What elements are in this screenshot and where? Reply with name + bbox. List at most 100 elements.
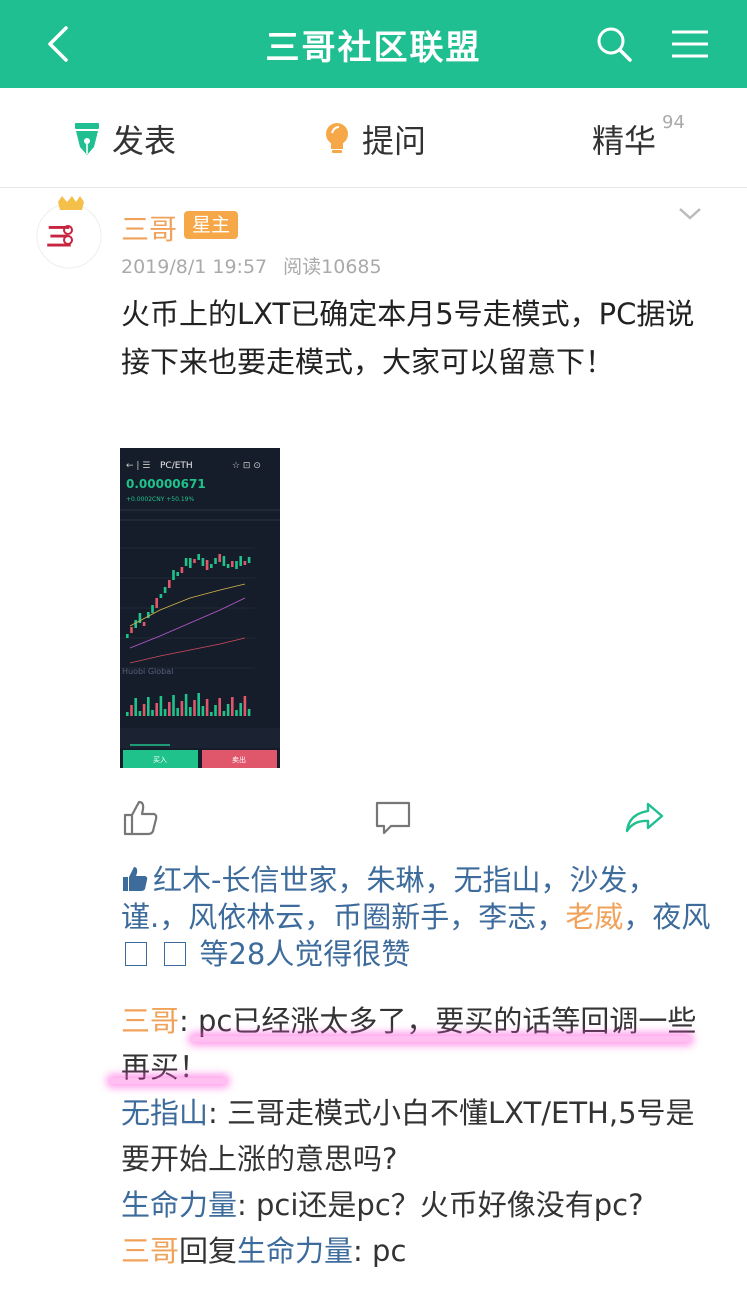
candle-mark: [184, 558, 188, 566]
share-icon[interactable]: [624, 798, 664, 838]
candle-mark: [214, 558, 217, 564]
tab-post-label: 发表: [112, 122, 177, 160]
volume-mark: [159, 696, 163, 716]
candle-mark: [218, 554, 221, 562]
candle-mark: [180, 567, 184, 573]
candle-mark: [142, 622, 146, 626]
top-bar: 三哥社区联盟: [0, 0, 747, 88]
candle-mark: [231, 561, 234, 567]
comment-text: : pc: [353, 1234, 407, 1268]
svg-text:☆ ⊡ ⊙: ☆ ⊡ ⊙: [232, 461, 261, 471]
candle-mark: [189, 558, 192, 568]
volume-mark: [151, 710, 154, 716]
volume-mark: [214, 705, 217, 716]
volume-mark: [243, 696, 247, 716]
pair-label: PC/ETH: [160, 461, 193, 471]
candle-mark: [201, 558, 205, 566]
like-user[interactable]: 风依林云: [188, 900, 304, 934]
candle-mark: [247, 557, 251, 563]
tab-post[interactable]: 发表: [72, 116, 176, 162]
candle-mark: [197, 554, 200, 560]
search-icon[interactable]: [592, 22, 636, 66]
change-label: +0.0002CNY +50.19%: [126, 496, 194, 503]
like-user[interactable]: 夜风: [652, 900, 710, 934]
like-user[interactable]: 无指山: [454, 863, 541, 897]
post-image[interactable]: ← | ☰ PC/ETH ☆ ⊡ ⊙ 0.00000671 +0.0002CNY…: [120, 448, 280, 768]
candle-mark: [176, 572, 179, 576]
like-user[interactable]: 谨.: [121, 900, 159, 934]
volume-mark: [184, 694, 188, 716]
candle-mark: [172, 570, 175, 580]
chevron-down-icon[interactable]: [676, 204, 704, 224]
like-user[interactable]: 币圈新手: [333, 900, 449, 934]
post-content: 火币上的LXT已确定本月5号走模式，PC据说接下来也要走模式，大家可以留意下！: [121, 297, 695, 379]
svg-text:三: 三: [46, 223, 72, 253]
like-icon[interactable]: [120, 798, 160, 838]
likes-list: 红木-长信世家，朱琳，无指山，沙发，谨.，风依林云，币圈新手，李志，老威，夜风 …: [121, 863, 711, 971]
volume-mark: [134, 698, 137, 716]
comment-text: : 三哥走模式小白不懂LXT/ETH,5号是要开始上涨的意思吗?: [121, 1096, 695, 1176]
tab-ask[interactable]: 提问: [322, 116, 426, 162]
comment-author[interactable]: 三哥: [121, 1004, 179, 1038]
post-reads: 阅读10685: [283, 256, 382, 278]
bulb-icon: [326, 123, 348, 153]
like-user[interactable]: 朱琳: [366, 863, 424, 897]
like-user[interactable]: 李志: [478, 900, 536, 934]
comment-item[interactable]: 三哥回复生命力量: pc: [121, 1228, 711, 1274]
volume-mark: [189, 707, 192, 716]
comment-icon[interactable]: [373, 798, 413, 838]
volume-mark: [247, 709, 251, 716]
comment-author[interactable]: 无指山: [121, 1096, 208, 1130]
reply-target[interactable]: 生命力量: [237, 1234, 353, 1268]
tab-ask-label: 提问: [362, 122, 427, 160]
volume-mark: [235, 710, 238, 716]
like-user[interactable]: 沙发: [570, 863, 628, 897]
trading-chart-thumbnail: ← | ☰ PC/ETH ☆ ⊡ ⊙ 0.00000671 +0.0002CNY…: [120, 448, 280, 768]
candle-mark: [134, 620, 137, 628]
comment-text: : pci还是pc？火币好像没有pc?: [237, 1188, 644, 1222]
volume-mark: [239, 703, 242, 716]
comment-item[interactable]: 三哥: pc已经涨太多了，要买的话等回调一些再买！: [121, 998, 711, 1090]
volume-mark: [168, 702, 171, 716]
volume-mark: [205, 699, 209, 716]
price-label: 0.00000671: [126, 477, 206, 491]
candle-mark: [235, 561, 238, 569]
menu-icon[interactable]: [666, 22, 714, 66]
volume-mark: [197, 693, 200, 716]
comment-text: : pc已经涨太多了，要买的话等回调一些再买！: [121, 1004, 697, 1084]
candle-mark: [193, 559, 196, 563]
avatar[interactable]: 三: [34, 196, 104, 270]
tab-featured-label: 精华: [592, 122, 657, 160]
watermark-label: Huobi Global: [122, 667, 173, 676]
highlight-underline: [110, 1078, 226, 1084]
comment-item[interactable]: 无指山: 三哥走模式小白不懂LXT/ETH,5号是要开始上涨的意思吗?: [121, 1090, 711, 1182]
comment-item[interactable]: 生命力量: pci还是pc？火币好像没有pc?: [121, 1182, 711, 1228]
like-user[interactable]: 老威: [565, 900, 623, 934]
volume-mark: [176, 708, 179, 716]
volume-mark: [231, 697, 234, 716]
candle-mark: [243, 561, 247, 565]
comment-author[interactable]: 生命力量: [121, 1188, 237, 1222]
candle-mark: [155, 598, 158, 608]
post-meta: 2019/8/1 19:57 阅读10685: [121, 252, 382, 279]
volume-mark: [210, 712, 213, 716]
volume-mark: [201, 706, 205, 716]
likes-suffix: 等28人觉得很赞: [199, 937, 411, 971]
comment-author[interactable]: 三哥: [121, 1234, 179, 1268]
tab-featured[interactable]: 精华 94: [592, 112, 685, 162]
volume-mark: [163, 709, 167, 716]
volume-mark: [155, 703, 158, 716]
volume-mark: [226, 704, 230, 716]
candle-mark: [226, 564, 230, 568]
emoji-placeholder: [125, 942, 147, 966]
volume-mark: [130, 705, 133, 716]
like-user[interactable]: 红木-长信世家: [153, 863, 337, 897]
emoji-placeholder: [164, 942, 187, 966]
volume-mark: [218, 698, 221, 716]
candle-mark: [163, 587, 167, 593]
post-author[interactable]: 三哥: [121, 208, 177, 248]
thumbs-up-icon: [123, 867, 148, 891]
candle-mark: [130, 627, 133, 633]
volume-mark: [138, 711, 142, 716]
owner-badge: 星主: [184, 211, 238, 239]
